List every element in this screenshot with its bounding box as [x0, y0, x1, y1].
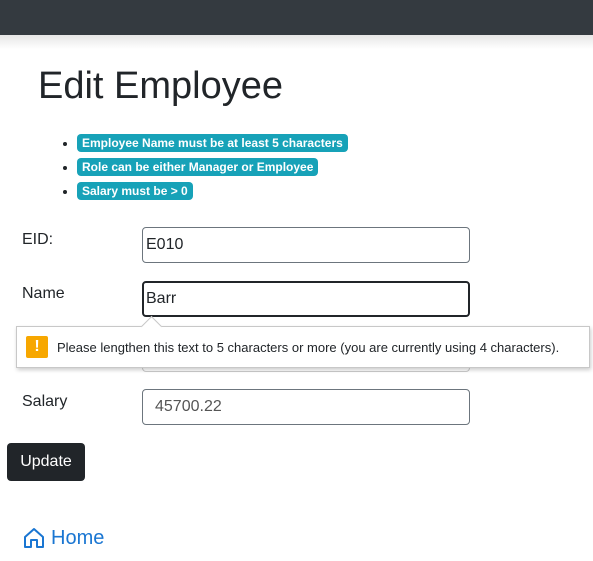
rule-item: Role can be either Manager or Employee: [77, 158, 348, 182]
update-button[interactable]: Update: [7, 443, 85, 481]
rule-item: Salary must be > 0: [77, 182, 348, 206]
navbar-shadow: [0, 35, 593, 49]
tooltip-message: Please lengthen this text to 5 character…: [57, 339, 560, 355]
page-title: Edit Employee: [38, 65, 284, 107]
home-link[interactable]: Home: [22, 526, 104, 550]
rule-badge: Employee Name must be at least 5 charact…: [77, 134, 348, 152]
home-icon: [24, 528, 44, 548]
home-link-label: Home: [51, 526, 105, 549]
rule-badge: Role can be either Manager or Employee: [77, 158, 319, 176]
eid-label: EID:: [22, 231, 54, 248]
validation-rules-list: Employee Name must be at least 5 charact…: [60, 134, 348, 206]
salary-label: Salary: [22, 393, 68, 410]
tooltip-arrow: [140, 315, 163, 338]
top-navbar: [0, 0, 593, 35]
name-field[interactable]: Barr: [142, 281, 470, 317]
eid-field[interactable]: E010: [142, 227, 470, 263]
rule-badge: Salary must be > 0: [77, 182, 193, 200]
warning-icon: !: [26, 336, 48, 358]
salary-field[interactable]: 45700.22: [142, 389, 470, 425]
validation-tooltip: ! Please lengthen this text to 5 charact…: [16, 315, 590, 368]
rule-item: Employee Name must be at least 5 charact…: [77, 134, 348, 158]
name-label: Name: [22, 285, 65, 302]
